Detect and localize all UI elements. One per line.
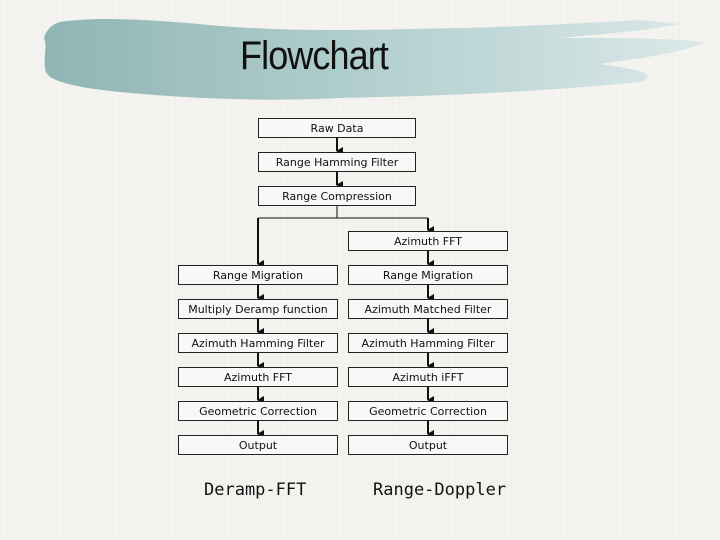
left-branch-label: Deramp-FFT bbox=[204, 480, 307, 500]
right-step-output: Output bbox=[348, 435, 508, 455]
right-step-range-migration: Range Migration bbox=[348, 265, 508, 285]
left-step-azimuth-fft: Azimuth FFT bbox=[178, 367, 338, 387]
right-step-azimuth-matched-filter: Azimuth Matched Filter bbox=[348, 299, 508, 319]
right-step-azimuth-hamming-filter: Azimuth Hamming Filter bbox=[348, 333, 508, 353]
left-step-range-migration: Range Migration bbox=[178, 265, 338, 285]
right-step-azimuth-ifft: Azimuth iFFT bbox=[348, 367, 508, 387]
right-step-geometric-correction: Geometric Correction bbox=[348, 401, 508, 421]
left-step-geometric-correction: Geometric Correction bbox=[178, 401, 338, 421]
left-step-output: Output bbox=[178, 435, 338, 455]
step-raw-data: Raw Data bbox=[258, 118, 416, 138]
right-step-azimuth-fft: Azimuth FFT bbox=[348, 231, 508, 251]
left-step-azimuth-hamming-filter: Azimuth Hamming Filter bbox=[178, 333, 338, 353]
step-range-hamming-filter: Range Hamming Filter bbox=[258, 152, 416, 172]
left-step-multiply-deramp: Multiply Deramp function bbox=[178, 299, 338, 319]
right-branch-label: Range-Doppler bbox=[373, 480, 507, 500]
step-range-compression: Range Compression bbox=[258, 186, 416, 206]
